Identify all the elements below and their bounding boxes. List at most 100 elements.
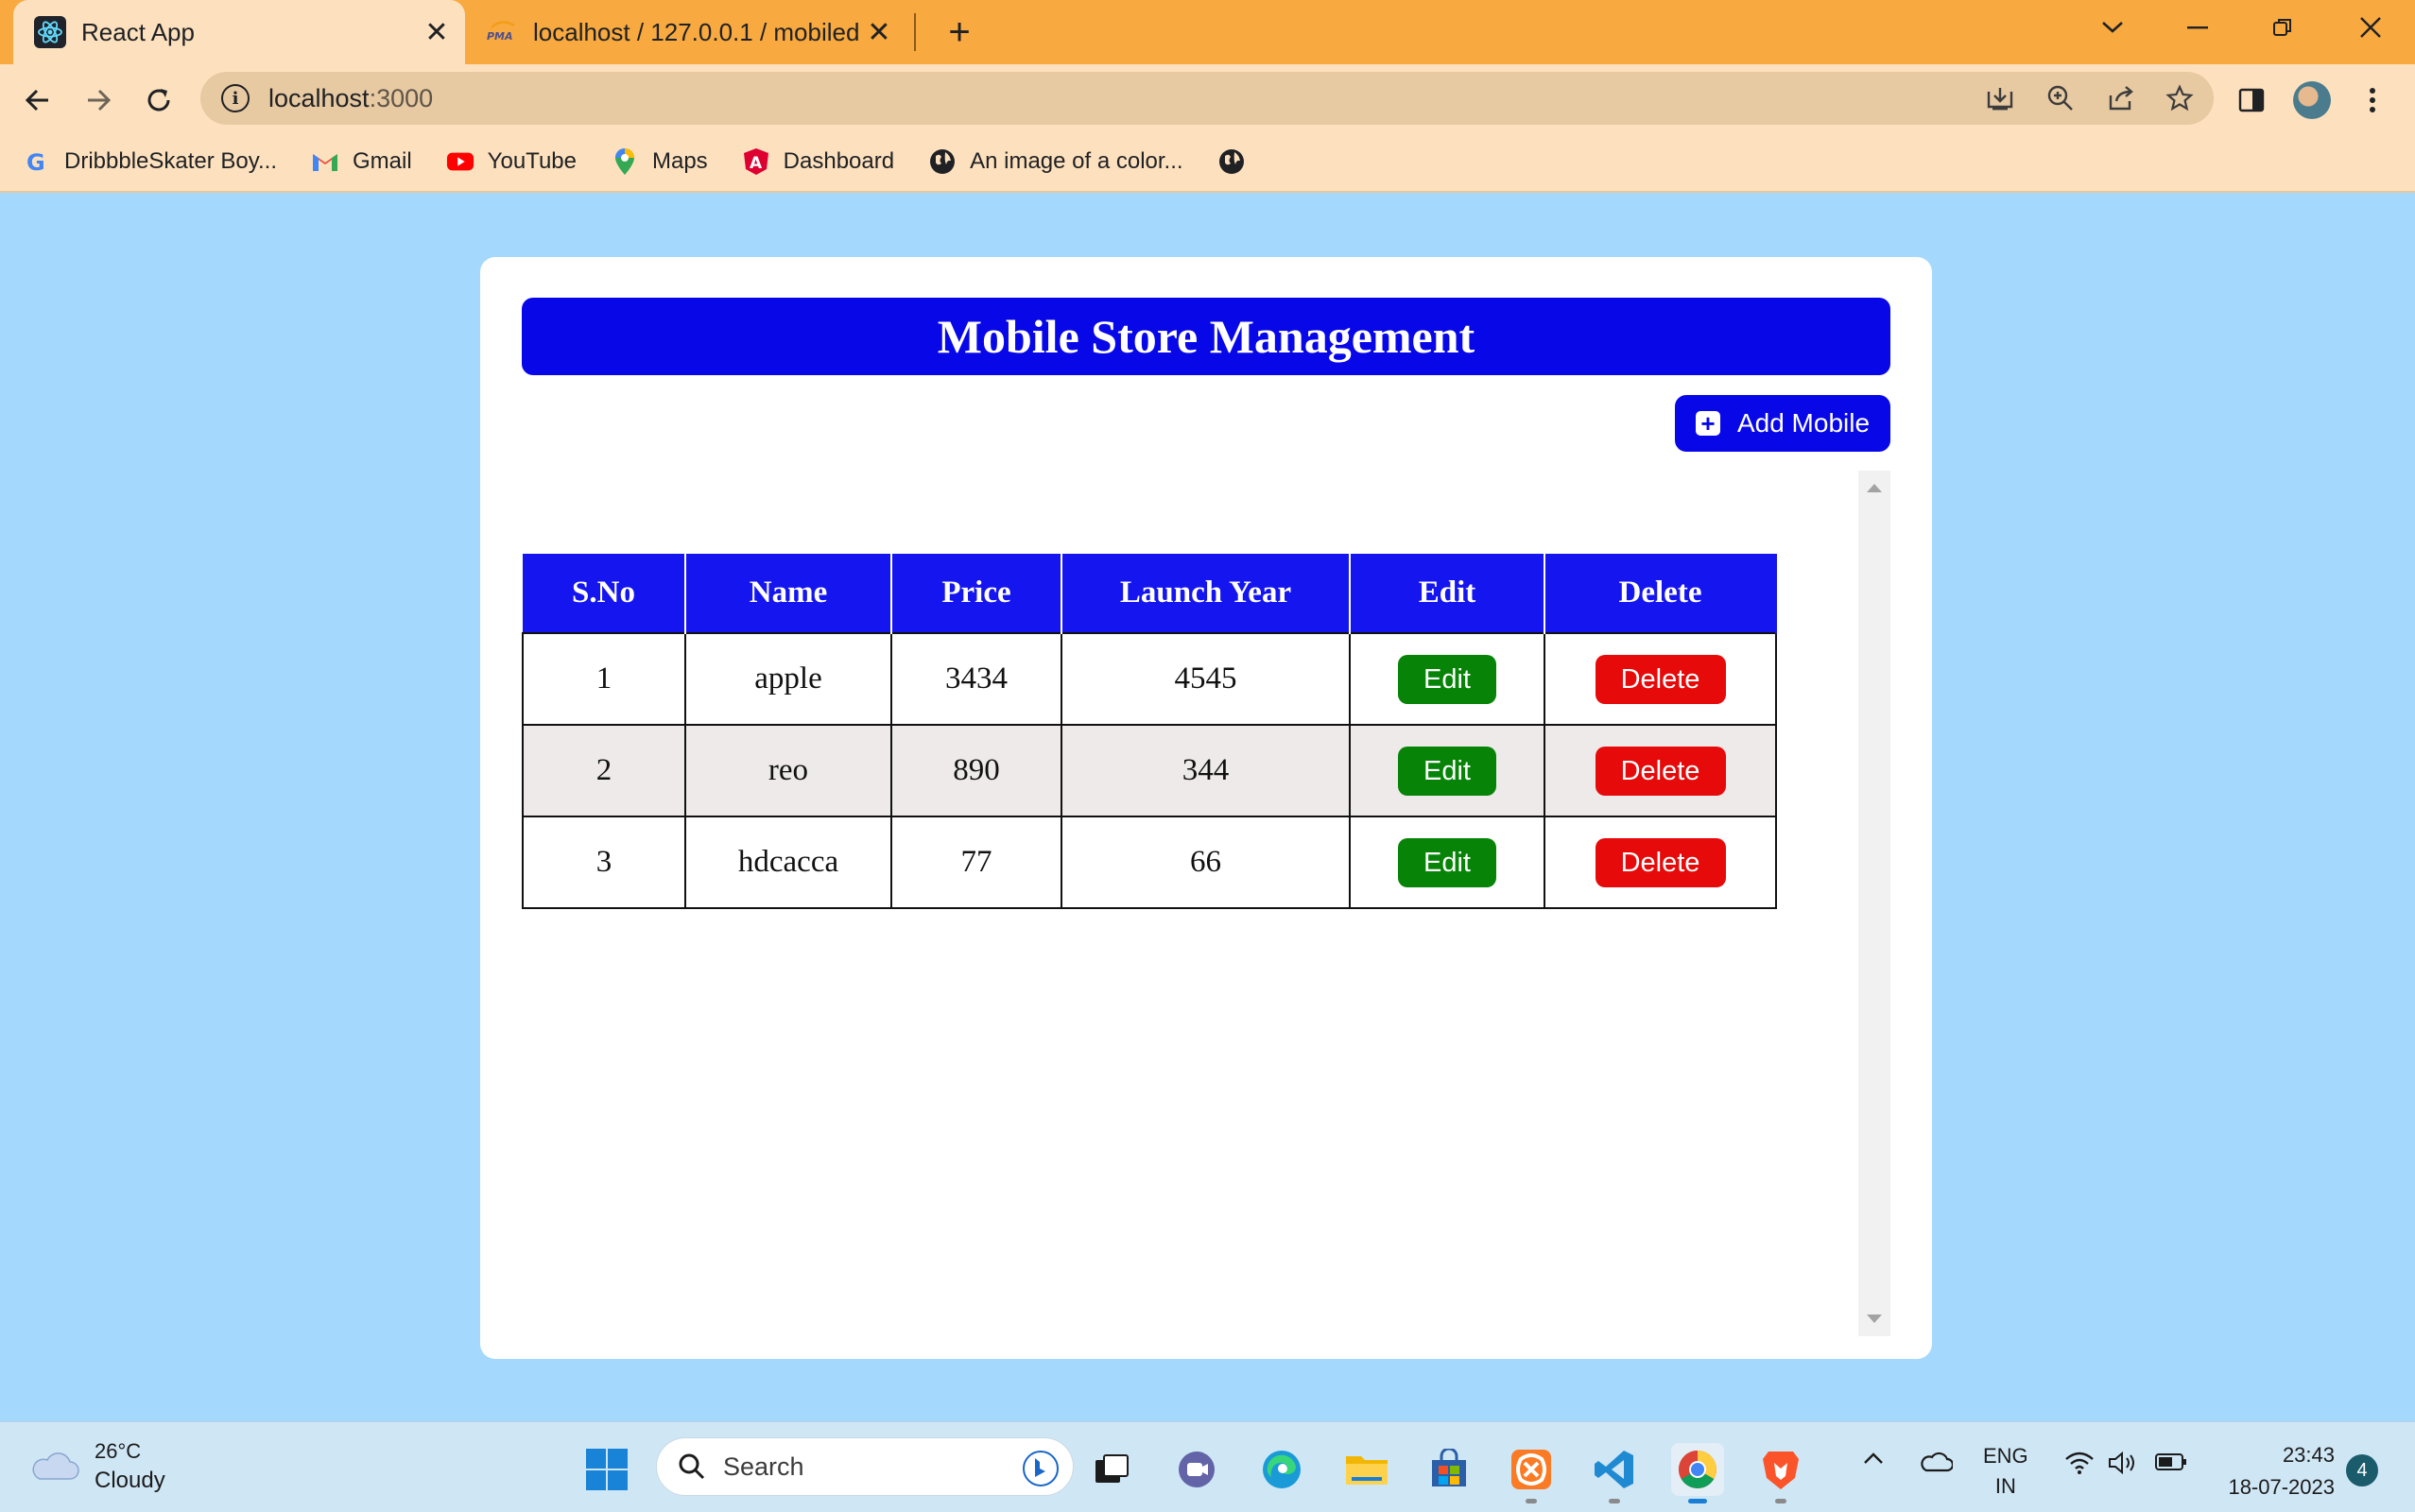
add-mobile-label: Add Mobile [1736, 408, 1871, 438]
scroll-down-icon[interactable] [1867, 1314, 1882, 1323]
app-card: Mobile Store Management + Add Mobile S.N… [480, 257, 1932, 1359]
weather-desc: Cloudy [95, 1468, 165, 1493]
bing-icon[interactable] [1022, 1450, 1060, 1487]
notification-badge[interactable]: 4 [2346, 1454, 2378, 1486]
svg-text:G: G [26, 149, 45, 175]
browser-menu-icon[interactable] [2348, 76, 2397, 125]
profile-avatar[interactable] [2287, 76, 2337, 125]
header-price: Price [891, 554, 1062, 633]
bookmark-dribbble[interactable]: G DribbbleSkater Boy... [23, 147, 277, 176]
page-title: Mobile Store Management [522, 298, 1890, 375]
file-explorer-icon[interactable] [1340, 1443, 1393, 1496]
tab-react-app[interactable]: React App ✕ [13, 0, 465, 64]
cell-name: hdcacca [684, 816, 892, 909]
globe-icon [928, 147, 957, 176]
cell-launch-year: 344 [1061, 724, 1351, 817]
cell-sno: 1 [522, 632, 686, 726]
scroll-up-icon[interactable] [1867, 484, 1882, 492]
globe-icon [1217, 147, 1246, 176]
plus-square-icon: + [1695, 411, 1720, 436]
share-icon[interactable] [2096, 81, 2146, 115]
cell-sno: 2 [522, 724, 686, 817]
side-panel-icon[interactable] [2227, 76, 2276, 125]
svg-text:A: A [750, 154, 763, 173]
phpmyadmin-icon: PMA [486, 16, 518, 48]
vertical-scrollbar[interactable] [1858, 471, 1890, 1336]
bookmark-gmail[interactable]: Gmail [311, 147, 412, 176]
battery-icon[interactable] [2155, 1452, 2187, 1471]
cell-delete: Delete [1544, 724, 1777, 817]
table-row: 2 reo 890 344 Edit Delete [522, 724, 1777, 817]
angular-icon: A [742, 147, 770, 176]
cell-name: reo [684, 724, 892, 817]
zoom-icon[interactable] [2036, 81, 2085, 115]
onedrive-icon[interactable] [1919, 1451, 1953, 1473]
language-indicator[interactable]: ENG IN [1983, 1441, 2028, 1502]
bookmark-maps[interactable]: Maps [611, 147, 708, 176]
table-row: 3 hdcacca 77 66 Edit Delete [522, 816, 1777, 909]
svg-text:PMA: PMA [487, 30, 513, 43]
url-text: localhost:3000 [268, 83, 434, 112]
address-bar[interactable]: i localhost:3000 [200, 72, 2214, 125]
xampp-icon[interactable] [1505, 1443, 1558, 1503]
reload-button[interactable] [134, 76, 183, 125]
bookmark-youtube[interactable]: YouTube [446, 147, 577, 176]
google-icon: G [23, 147, 51, 176]
clock-date: 18-07-2023 [2228, 1475, 2335, 1499]
bookmarks-bar: G DribbbleSkater Boy... Gmail YouTube Ma… [0, 132, 2415, 193]
edit-button[interactable]: Edit [1398, 746, 1496, 796]
bookmark-image-color[interactable]: An image of a color... [928, 147, 1183, 176]
weather-widget[interactable]: 26°C Cloudy [28, 1439, 165, 1494]
brave-icon[interactable] [1754, 1443, 1807, 1503]
gmail-icon [311, 147, 339, 176]
store-icon[interactable] [1423, 1443, 1475, 1496]
task-view-icon[interactable] [1085, 1443, 1138, 1496]
show-hidden-icons[interactable] [1862, 1451, 1885, 1466]
cloud-icon [32, 1452, 79, 1480]
close-tab-icon[interactable]: ✕ [418, 16, 456, 49]
tab-search-icon[interactable] [2075, 0, 2150, 55]
bookmark-globe[interactable] [1217, 147, 1259, 176]
delete-button[interactable]: Delete [1595, 746, 1726, 796]
running-indicator [1609, 1499, 1620, 1503]
table-header-row: S.No Name Price Launch Year Edit Delete [523, 554, 1777, 633]
edit-button[interactable]: Edit [1398, 654, 1496, 704]
minimize-button[interactable] [2160, 0, 2235, 55]
tab-title: React App [81, 17, 195, 46]
back-button[interactable] [13, 76, 62, 125]
volume-icon[interactable] [2108, 1451, 2140, 1475]
running-indicator [1526, 1499, 1537, 1503]
header-edit: Edit [1350, 554, 1545, 633]
install-app-icon[interactable] [1975, 81, 2025, 115]
cell-edit: Edit [1349, 724, 1545, 817]
chrome-icon[interactable] [1671, 1443, 1724, 1503]
site-info-icon[interactable]: i [221, 84, 250, 112]
delete-button[interactable]: Delete [1595, 837, 1726, 887]
maps-icon [611, 147, 639, 176]
header-launch-year: Launch Year [1061, 554, 1351, 633]
clock-time: 23:43 [2282, 1443, 2335, 1467]
cell-delete: Delete [1544, 632, 1777, 726]
close-window-button[interactable] [2333, 0, 2408, 55]
edit-button[interactable]: Edit [1398, 837, 1496, 887]
close-tab-icon[interactable]: ✕ [860, 16, 898, 49]
clock[interactable]: 23:43 18-07-2023 [2212, 1439, 2335, 1503]
add-mobile-button[interactable]: + Add Mobile [1675, 395, 1890, 452]
edge-icon[interactable] [1255, 1443, 1308, 1496]
bookmark-dashboard[interactable]: A Dashboard [742, 147, 894, 176]
start-icon[interactable] [580, 1443, 633, 1496]
weather-temp: 26°C [95, 1439, 142, 1463]
cell-sno: 3 [522, 816, 686, 909]
bookmark-star-icon[interactable] [2155, 81, 2204, 115]
tab-phpmyadmin[interactable]: PMA localhost / 127.0.0.1 / mobiledb | ✕ [473, 0, 907, 64]
delete-button[interactable]: Delete [1595, 654, 1726, 704]
wifi-icon[interactable] [2064, 1451, 2095, 1475]
new-tab-button[interactable]: + [936, 9, 983, 55]
vscode-icon[interactable] [1588, 1443, 1641, 1503]
cell-launch-year: 4545 [1061, 632, 1351, 726]
avatar [2293, 81, 2331, 119]
restore-button[interactable] [2245, 0, 2320, 55]
teams-chat-icon[interactable] [1170, 1443, 1223, 1496]
forward-button[interactable] [74, 76, 123, 125]
taskbar-search[interactable]: Search [656, 1437, 1074, 1496]
